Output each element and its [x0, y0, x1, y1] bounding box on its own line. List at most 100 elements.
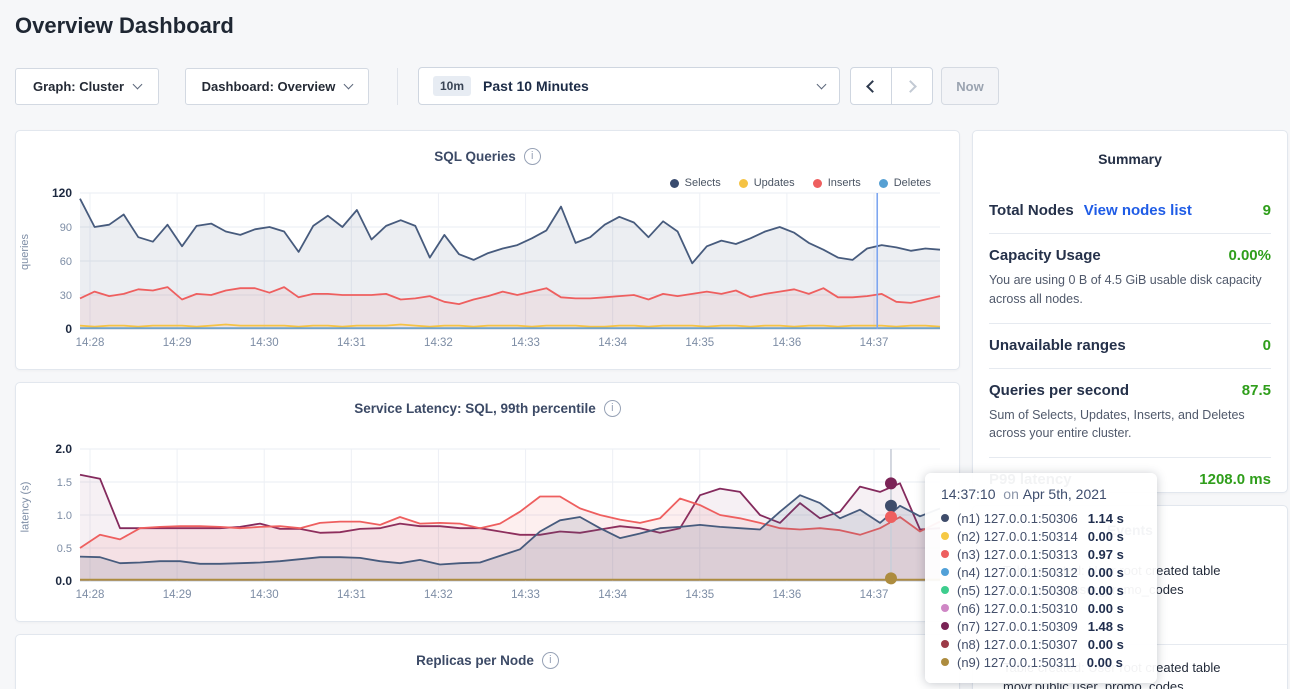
svg-text:90: 90	[60, 222, 72, 234]
svg-text:0: 0	[65, 322, 72, 336]
tooltip-node-label: (n8) 127.0.0.1:50307	[957, 637, 1078, 652]
svg-text:1.5: 1.5	[57, 477, 72, 489]
svg-text:14:29: 14:29	[163, 589, 192, 601]
svg-text:0.0: 0.0	[55, 574, 72, 588]
chevron-left-icon	[866, 80, 879, 93]
tooltip-node-value: 1.14 s	[1088, 511, 1124, 526]
service-latency-chart[interactable]: 0.00.51.01.52.014:2814:2914:3014:3114:32…	[24, 441, 954, 607]
qps-value: 87.5	[1242, 382, 1271, 399]
capacity-usage-value: 0.00%	[1228, 247, 1271, 264]
node-color-dot-icon	[941, 604, 949, 612]
graph-dropdown[interactable]: Graph: Cluster	[15, 68, 159, 105]
time-range-badge: 10m	[433, 76, 471, 96]
tooltip-node-row: (n7) 127.0.0.1:50309 1.48 s	[941, 617, 1143, 635]
tooltip-node-value: 1.48 s	[1088, 619, 1124, 634]
graph-dropdown-label: Graph: Cluster	[33, 79, 124, 94]
tooltip-node-label: (n1) 127.0.0.1:50306	[957, 511, 1078, 526]
summary-panel: Summary Total Nodes View nodes list 9 Ca…	[972, 130, 1288, 493]
svg-text:14:33: 14:33	[511, 589, 540, 601]
view-nodes-list-link[interactable]: View nodes list	[1084, 202, 1192, 219]
svg-text:60: 60	[60, 256, 72, 268]
svg-text:14:30: 14:30	[250, 337, 279, 349]
p99-latency-value: 1208.0 ms	[1199, 471, 1271, 488]
svg-text:14:35: 14:35	[685, 589, 714, 601]
summary-row-qps: Queries per second 87.5 Sum of Selects, …	[989, 369, 1271, 459]
svg-text:14:32: 14:32	[424, 337, 453, 349]
tooltip-rows: (n1) 127.0.0.1:503061.14 s(n2) 127.0.0.1…	[941, 509, 1143, 671]
tooltip-node-value: 0.00 s	[1088, 529, 1124, 544]
svg-text:14:35: 14:35	[685, 337, 714, 349]
tooltip-node-label: (n6) 127.0.0.1:50310	[957, 601, 1078, 616]
qps-desc: Sum of Selects, Updates, Inserts, and De…	[989, 406, 1271, 444]
unavailable-ranges-label: Unavailable ranges	[989, 337, 1126, 354]
tooltip-node-row: (n5) 127.0.0.1:503080.00 s	[941, 581, 1143, 599]
dashboard-dropdown[interactable]: Dashboard: Overview	[185, 68, 369, 105]
svg-text:14:31: 14:31	[337, 337, 366, 349]
now-button[interactable]: Now	[941, 67, 999, 105]
next-range-button[interactable]	[891, 68, 932, 104]
svg-text:14:37: 14:37	[860, 589, 889, 601]
sql-queries-chart[interactable]: 030609012014:2814:2914:3014:3114:3214:33…	[24, 185, 954, 355]
svg-text:14:30: 14:30	[250, 589, 279, 601]
replicas-per-node-panel: Replicas per Node i	[15, 634, 960, 689]
svg-text:14:31: 14:31	[337, 589, 366, 601]
svg-text:30: 30	[60, 290, 72, 302]
capacity-usage-label: Capacity Usage	[989, 247, 1101, 264]
tooltip-node-value: 0.00 s	[1088, 565, 1124, 580]
page-title: Overview Dashboard	[15, 13, 234, 39]
info-icon[interactable]: i	[542, 652, 559, 669]
tooltip-node-label: (n2) 127.0.0.1:50314	[957, 529, 1078, 544]
info-icon[interactable]: i	[604, 400, 621, 417]
unavailable-ranges-value: 0	[1263, 337, 1271, 354]
tooltip-node-row: (n4) 127.0.0.1:50312 0.00 s	[941, 563, 1143, 581]
tooltip-node-label: (n3) 127.0.0.1:50313	[957, 547, 1078, 562]
svg-text:14:29: 14:29	[163, 337, 192, 349]
node-color-dot-icon	[941, 622, 949, 630]
prev-range-button[interactable]	[851, 68, 891, 104]
tooltip-node-value: 0.00 s	[1088, 637, 1124, 652]
time-range-selector[interactable]: 10m Past 10 Minutes	[418, 67, 840, 105]
node-color-dot-icon	[941, 658, 949, 666]
node-color-dot-icon	[941, 568, 949, 576]
node-color-dot-icon	[941, 640, 949, 648]
svg-text:0.5: 0.5	[57, 543, 72, 555]
svg-text:14:34: 14:34	[598, 337, 627, 349]
time-step-buttons	[850, 67, 933, 105]
replicas-per-node-title: Replicas per Node	[416, 653, 534, 668]
summary-row-unavailable-ranges: Unavailable ranges 0	[989, 324, 1271, 369]
overview-dashboard-page: Overview Dashboard Graph: Cluster Dashbo…	[0, 0, 1290, 689]
chevron-down-icon	[344, 80, 354, 90]
tooltip-node-label: (n9) 127.0.0.1:50311	[957, 655, 1077, 670]
chart-hover-tooltip: 14:37:10 on Apr 5th, 2021 (n1) 127.0.0.1…	[925, 473, 1157, 683]
svg-text:1.0: 1.0	[57, 510, 72, 522]
svg-text:14:28: 14:28	[76, 337, 105, 349]
tooltip-node-value: 0.00 s	[1087, 655, 1123, 670]
svg-text:2.0: 2.0	[55, 442, 72, 456]
svg-text:14:34: 14:34	[598, 589, 627, 601]
tooltip-node-row: (n3) 127.0.0.1:503130.97 s	[941, 545, 1143, 563]
tooltip-node-label: (n7) 127.0.0.1:50309	[957, 619, 1078, 634]
tooltip-node-row: (n1) 127.0.0.1:50306 1.14 s	[941, 509, 1143, 527]
service-latency-panel: Service Latency: SQL, 99th percentile i …	[15, 382, 960, 622]
time-range-label: Past 10 Minutes	[483, 78, 806, 94]
sql-queries-title: SQL Queries	[434, 149, 516, 164]
tooltip-node-value: 0.00 s	[1088, 601, 1124, 616]
total-nodes-label: Total Nodes	[989, 202, 1074, 219]
svg-text:14:37: 14:37	[860, 337, 889, 349]
tooltip-node-row: (n2) 127.0.0.1:50314 0.00 s	[941, 527, 1143, 545]
svg-text:120: 120	[52, 186, 72, 200]
tooltip-node-value: 0.00 s	[1088, 583, 1124, 598]
node-color-dot-icon	[941, 514, 949, 522]
dashboard-dropdown-label: Dashboard: Overview	[202, 79, 336, 94]
service-latency-title: Service Latency: SQL, 99th percentile	[354, 401, 596, 416]
svg-text:14:28: 14:28	[76, 589, 105, 601]
summary-title: Summary	[973, 131, 1287, 167]
info-icon[interactable]: i	[524, 148, 541, 165]
node-color-dot-icon	[941, 550, 949, 558]
tooltip-node-row: (n8) 127.0.0.1:50307 0.00 s	[941, 635, 1143, 653]
chevron-down-icon	[817, 79, 827, 89]
chevron-down-icon	[133, 80, 143, 90]
summary-row-capacity: Capacity Usage 0.00% You are using 0 B o…	[989, 234, 1271, 324]
capacity-usage-desc: You are using 0 B of 4.5 GiB usable disk…	[989, 271, 1271, 309]
tooltip-node-label: (n4) 127.0.0.1:50312	[957, 565, 1078, 580]
